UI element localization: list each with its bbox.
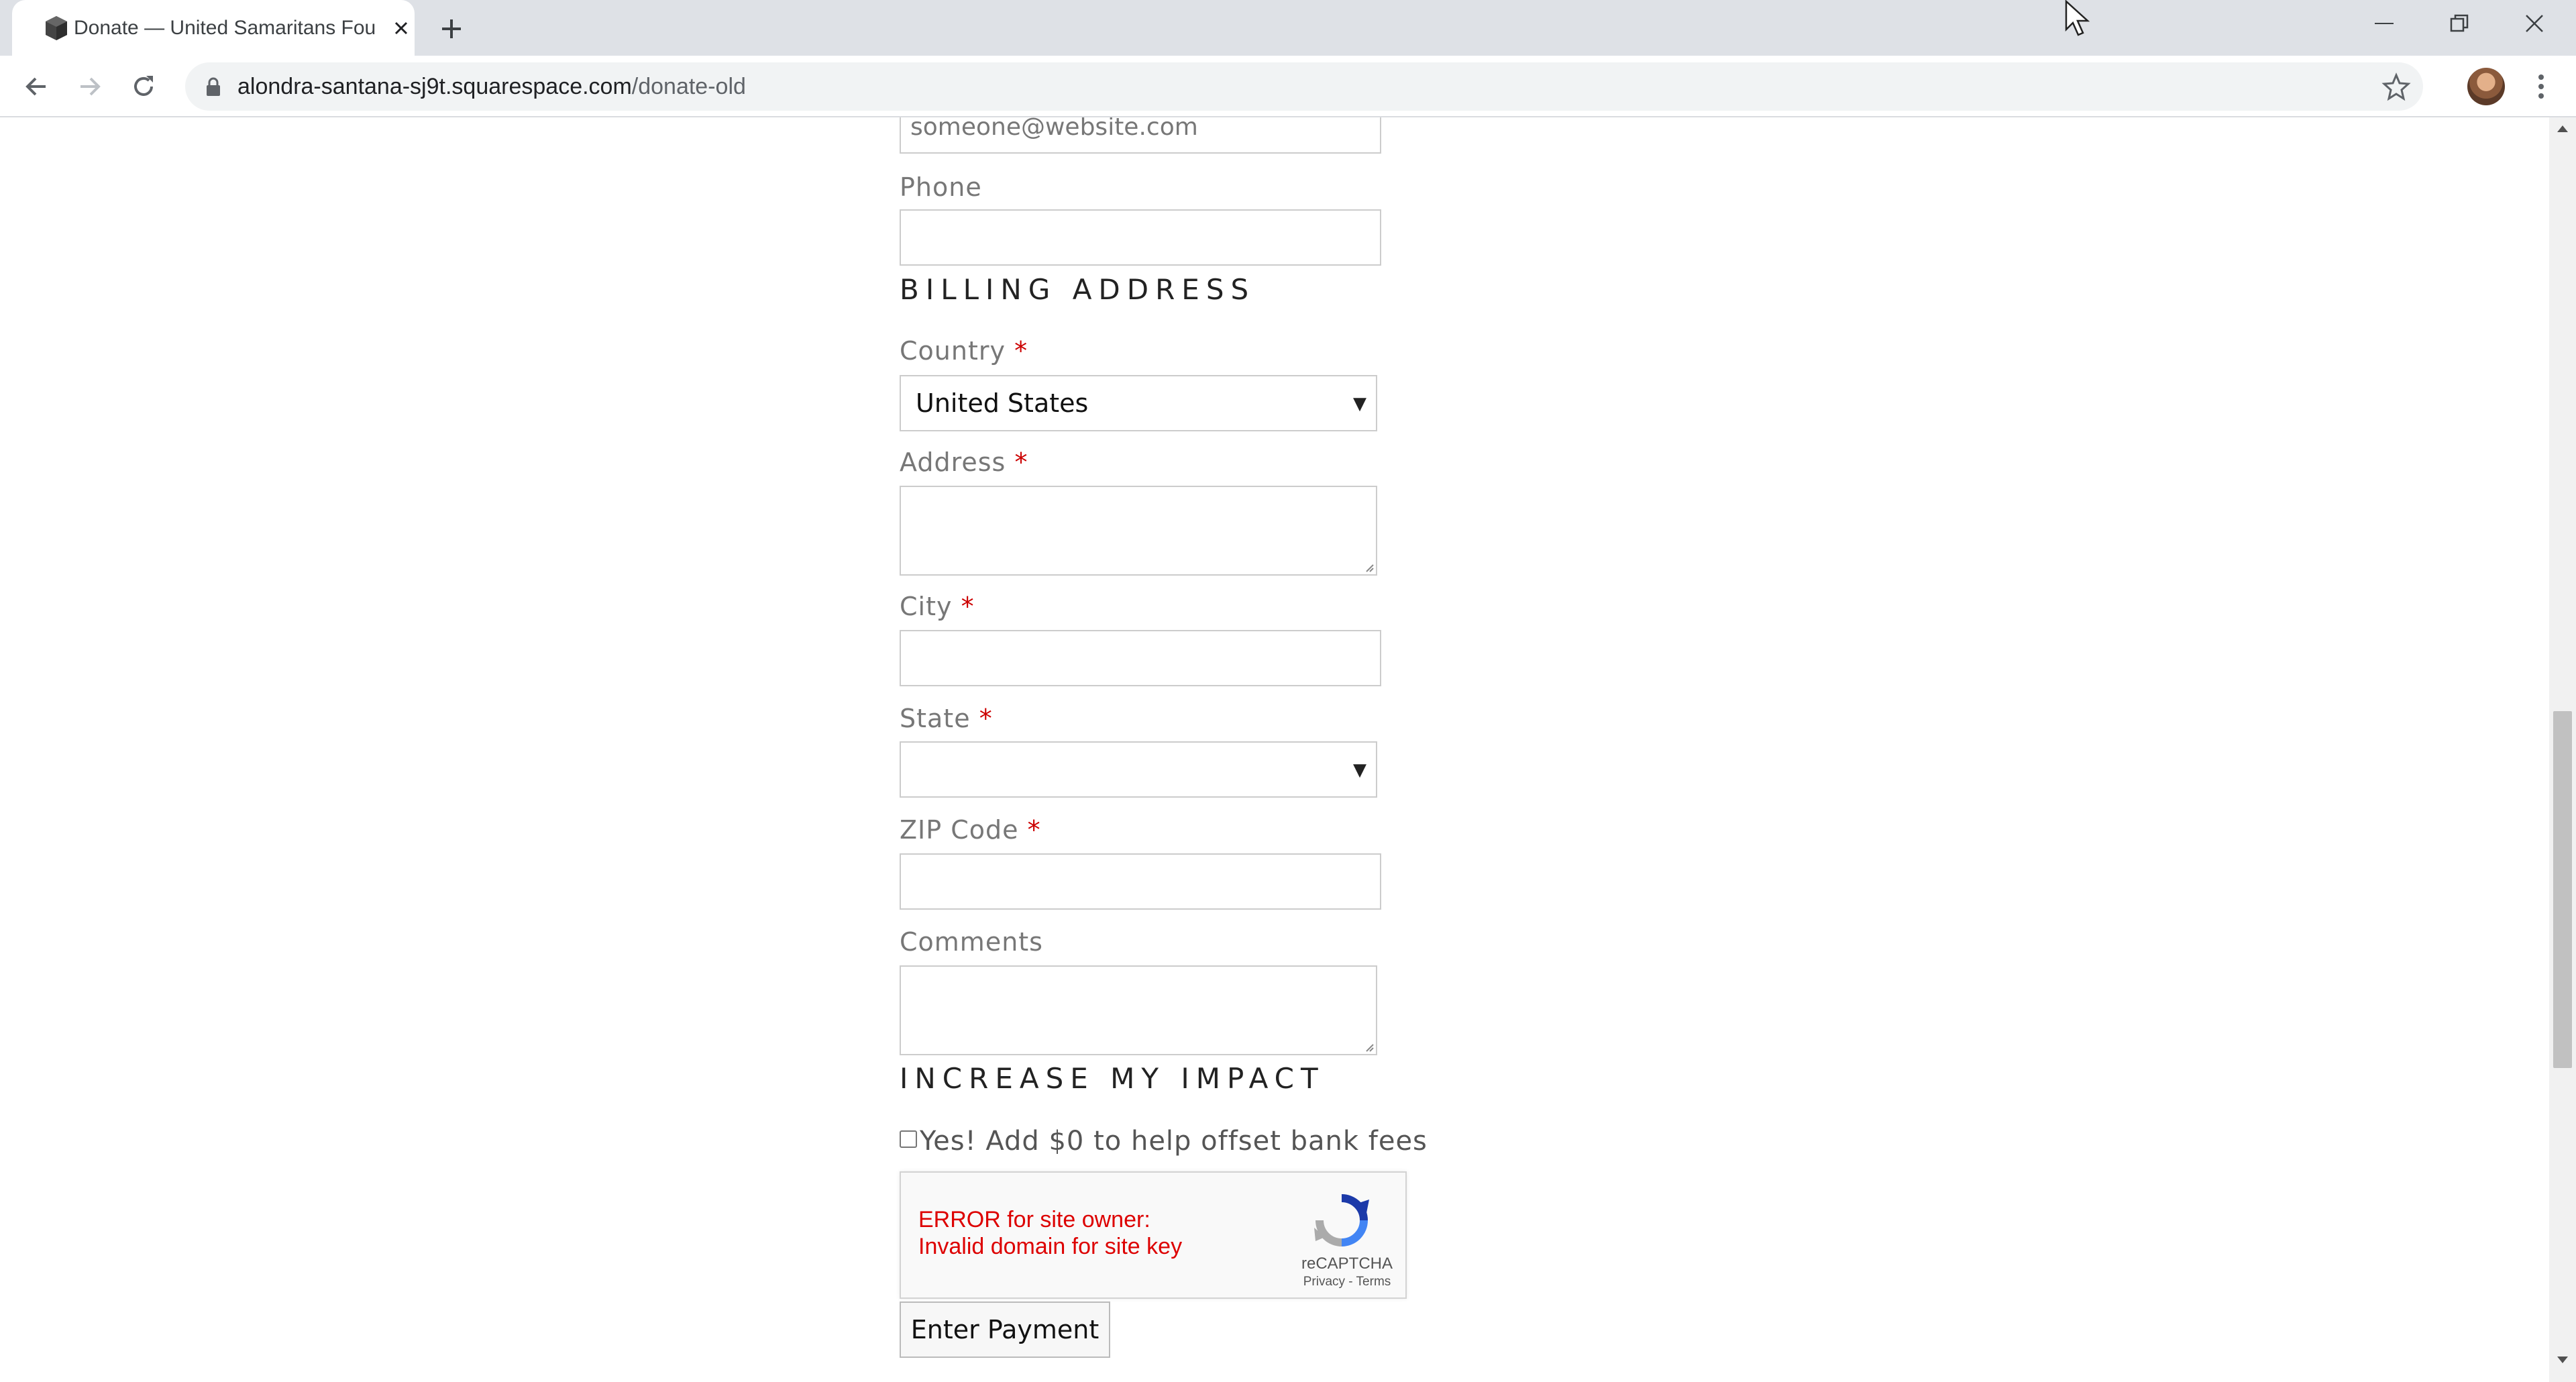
- scroll-up-arrow-icon[interactable]: [2549, 124, 2576, 144]
- increase-impact-heading: INCREASE MY IMPACT: [900, 1062, 1325, 1095]
- zip-field[interactable]: [900, 853, 1381, 910]
- dropdown-arrow-icon: ▼: [1353, 760, 1366, 780]
- recaptcha-error: ERROR for site owner: Invalid domain for…: [918, 1206, 1182, 1260]
- address-label: Address *: [900, 447, 1028, 477]
- fee-offset-row: Yes! Add $0 to help offset bank fees: [900, 1126, 1428, 1157]
- close-tab-icon[interactable]: [386, 13, 416, 43]
- state-label: State *: [900, 704, 993, 733]
- dropdown-arrow-icon: ▼: [1353, 394, 1366, 414]
- browser-toolbar: alondra-santana-sj9t.squarespace.com/don…: [0, 56, 2576, 117]
- site-cube-icon: [46, 16, 67, 40]
- enter-payment-button[interactable]: Enter Payment: [900, 1301, 1110, 1358]
- phone-field[interactable]: [900, 209, 1381, 266]
- resize-grip-icon[interactable]: [1362, 1041, 1375, 1053]
- minimize-window-icon[interactable]: [2347, 0, 2422, 47]
- tab-strip: Donate — United Samaritans Fou: [0, 0, 2576, 56]
- recaptcha-error-line2: Invalid domain for site key: [918, 1234, 1183, 1259]
- city-label: City *: [900, 592, 975, 621]
- billing-address-heading: BILLING ADDRESS: [900, 273, 1256, 306]
- forward-arrow-icon[interactable]: [71, 68, 109, 105]
- fee-offset-checkbox[interactable]: [900, 1130, 917, 1148]
- scrollbar-thumb[interactable]: [2553, 711, 2572, 1068]
- new-tab-plus-icon[interactable]: [435, 12, 468, 46]
- comments-label: Comments: [900, 927, 1043, 957]
- state-select[interactable]: ▼: [900, 741, 1377, 798]
- address-textarea[interactable]: [900, 486, 1377, 576]
- recaptcha-privacy-terms[interactable]: Privacy - Terms: [1290, 1275, 1404, 1289]
- city-field[interactable]: [900, 630, 1381, 686]
- reload-icon[interactable]: [125, 68, 162, 105]
- profile-avatar[interactable]: [2467, 68, 2505, 105]
- mouse-cursor-icon: [2065, 0, 2090, 36]
- recaptcha-error-line1: ERROR for site owner:: [918, 1207, 1150, 1232]
- url-host: alondra-santana-sj9t.squarespace.com: [237, 74, 632, 99]
- page-viewport: Phone BILLING ADDRESS Country * United S…: [0, 117, 2549, 1382]
- fee-offset-label[interactable]: Yes! Add $0 to help offset bank fees: [920, 1126, 1428, 1157]
- country-select[interactable]: United States ▼: [900, 375, 1377, 431]
- bookmark-star-icon[interactable]: [2381, 72, 2411, 101]
- lock-icon: [207, 77, 220, 96]
- url-path: /donate-old: [631, 74, 746, 99]
- resize-grip-icon[interactable]: [1362, 561, 1375, 573]
- country-label: Country *: [900, 336, 1028, 366]
- browser-tab[interactable]: Donate — United Samaritans Fou: [12, 0, 415, 56]
- restore-window-icon[interactable]: [2422, 0, 2497, 47]
- country-selected-value: United States: [916, 388, 1089, 418]
- recaptcha-logo-icon: [1314, 1194, 1369, 1246]
- recaptcha-widget: ERROR for site owner: Invalid domain for…: [900, 1171, 1407, 1299]
- more-vertical-icon[interactable]: [2522, 68, 2560, 105]
- phone-label: Phone: [900, 172, 982, 202]
- address-bar[interactable]: alondra-santana-sj9t.squarespace.com/don…: [185, 62, 2423, 111]
- back-arrow-icon[interactable]: [17, 68, 55, 105]
- url-text: alondra-santana-sj9t.squarespace.com/don…: [237, 72, 746, 101]
- recaptcha-brand: reCAPTCHA: [1301, 1255, 1393, 1273]
- email-field[interactable]: [900, 117, 1381, 154]
- scroll-down-arrow-icon[interactable]: [2549, 1355, 2576, 1375]
- comments-textarea[interactable]: [900, 965, 1377, 1055]
- zip-label: ZIP Code *: [900, 815, 1041, 845]
- close-window-icon[interactable]: [2497, 0, 2572, 47]
- tab-title: Donate — United Samaritans Fou: [74, 17, 376, 39]
- page-scrollbar[interactable]: [2549, 117, 2576, 1382]
